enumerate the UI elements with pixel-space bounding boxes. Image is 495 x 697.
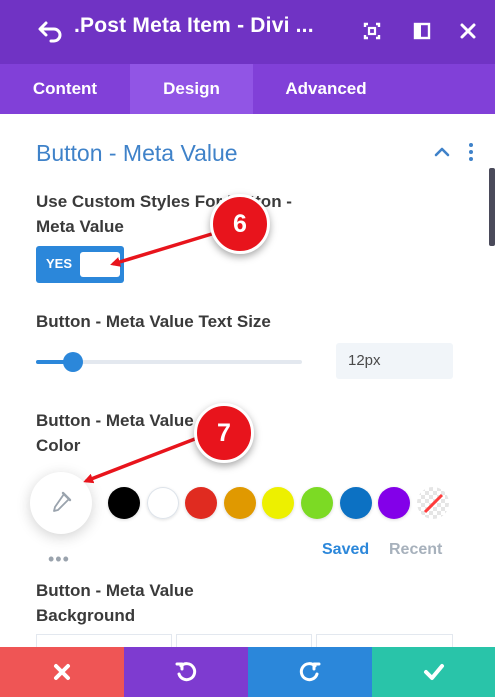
background-label: Button - Meta Value Background xyxy=(36,581,194,625)
tab-advanced[interactable]: Advanced xyxy=(253,64,399,114)
undo-icon xyxy=(175,662,197,682)
close-icon[interactable] xyxy=(453,16,483,46)
modal-header: .Post Meta Item - Divi ... xyxy=(0,0,495,64)
toggle-yes-label: YES xyxy=(46,256,73,271)
annotation-badge-6: 6 xyxy=(210,194,270,254)
redo-icon xyxy=(299,662,321,682)
color-swatch[interactable] xyxy=(301,487,333,519)
undo-button[interactable] xyxy=(124,647,248,697)
text-size-slider-thumb[interactable] xyxy=(63,352,84,372)
chevron-up-icon[interactable] xyxy=(431,141,453,163)
modal-title: .Post Meta Item - Divi ... xyxy=(74,14,314,37)
color-swatch[interactable] xyxy=(223,487,256,519)
color-swatch[interactable] xyxy=(262,487,295,519)
scrollbar[interactable] xyxy=(489,168,495,246)
color-swatch[interactable] xyxy=(108,487,140,519)
color-swatch[interactable] xyxy=(185,487,218,519)
undo-arrow-icon[interactable] xyxy=(36,16,66,46)
color-swatch[interactable] xyxy=(339,487,372,519)
annotation-badge-7: 7 xyxy=(194,403,254,463)
text-size-input[interactable]: 12px xyxy=(336,343,453,379)
transparent-color-swatch[interactable] xyxy=(416,487,449,519)
focus-icon[interactable] xyxy=(357,16,387,46)
more-colors-dots[interactable]: ••• xyxy=(48,549,70,570)
columns-icon[interactable] xyxy=(407,16,437,46)
color-swatch[interactable] xyxy=(378,487,411,519)
recent-colors-tab[interactable]: Recent xyxy=(389,541,442,559)
saved-colors-tab[interactable]: Saved xyxy=(322,541,369,559)
tab-content[interactable]: Content xyxy=(0,64,130,114)
text-size-label: Button - Meta Value Text Size xyxy=(36,312,271,331)
save-button[interactable] xyxy=(372,647,495,697)
custom-styles-toggle[interactable]: YES xyxy=(36,246,124,283)
close-icon xyxy=(54,664,70,680)
more-options-icon[interactable] xyxy=(461,141,481,163)
section-title[interactable]: Button - Meta Value xyxy=(36,140,238,167)
tab-bar: Content Design Advanced xyxy=(0,64,495,114)
checkmark-icon xyxy=(423,664,444,680)
color-picker-button[interactable] xyxy=(30,472,92,534)
redo-button[interactable] xyxy=(248,647,372,697)
color-swatch[interactable] xyxy=(146,487,179,519)
toggle-knob xyxy=(80,252,120,277)
eyedropper-icon xyxy=(53,491,72,512)
tab-design[interactable]: Design xyxy=(130,64,253,114)
cancel-button[interactable] xyxy=(0,647,124,697)
